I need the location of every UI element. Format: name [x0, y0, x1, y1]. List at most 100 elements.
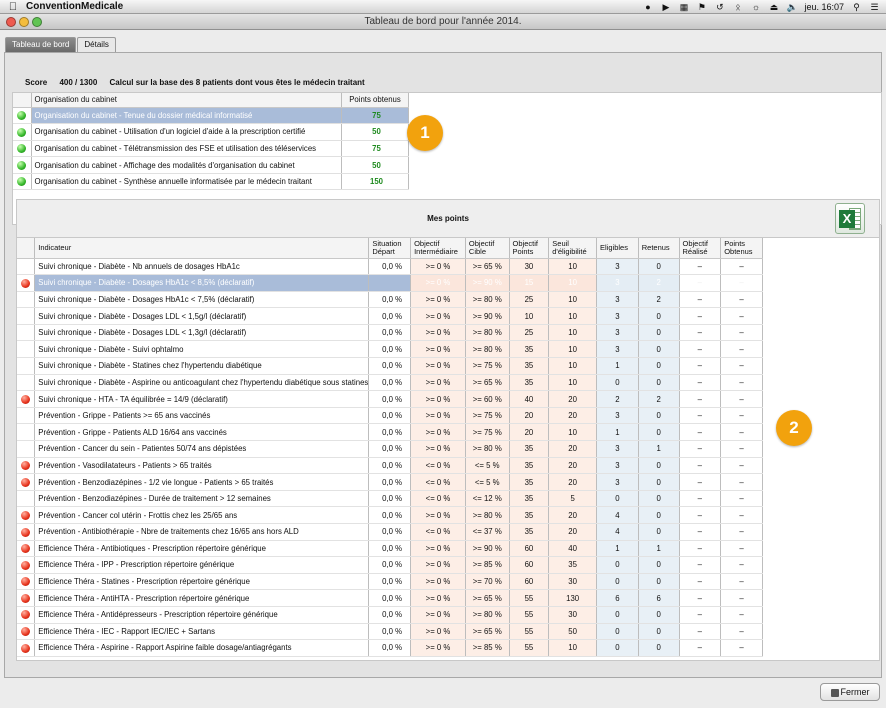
excel-icon[interactable]: X — [835, 203, 865, 234]
table-row[interactable]: Suivi chronique - Diabète - Dosages HbA1… — [17, 274, 763, 292]
table-row[interactable]: Efficience Théra - Aspirine - Rapport As… — [17, 639, 763, 657]
table-row[interactable]: Prévention - Antibiothérapie - Nbre de t… — [17, 523, 763, 541]
eligibles-cell: 6 — [596, 589, 639, 607]
bluetooth-icon[interactable]: ᛟ — [732, 2, 743, 12]
notification-list-icon[interactable]: ☰ — [869, 2, 880, 12]
obj-cible-cell: >= 80 % — [465, 440, 510, 458]
table-row[interactable]: Suivi chronique - Diabète - Suivi ophtal… — [17, 340, 763, 359]
points-cell: 50 — [341, 123, 409, 141]
table-row[interactable]: Suivi chronique - Diabète - Nb annuels d… — [17, 258, 763, 276]
table-row[interactable]: Efficience Théra - IEC - Rapport IEC/IEC… — [17, 623, 763, 641]
table-row[interactable]: Suivi chronique - HTA - TA équilibrée = … — [17, 390, 763, 408]
status-cell — [13, 140, 32, 158]
obj-points-cell: 35 — [509, 374, 550, 392]
table-row[interactable]: Efficience Théra - IPP - Prescription ré… — [17, 556, 763, 574]
eligibles-cell: 3 — [596, 340, 639, 359]
obj-inter-cell: >= 0 % — [410, 556, 466, 574]
obj-points-cell: 60 — [509, 573, 550, 591]
table-row[interactable]: Suivi chronique - Diabète - Dosages LDL … — [17, 324, 763, 342]
table-row[interactable]: Efficience Théra - Statines - Prescripti… — [17, 573, 763, 591]
situation-cell: 0,0 % — [368, 523, 412, 541]
table-row[interactable]: Organisation du cabinet - Télétransmissi… — [13, 140, 409, 158]
table-header-row: Indicateur Situation Départ Objectif Inter… — [17, 238, 763, 259]
table-row[interactable]: Prévention - Grippe - Patients >= 65 ans… — [17, 407, 763, 425]
status-column-header[interactable] — [13, 93, 32, 108]
obj-points-cell: 40 — [509, 390, 550, 408]
play-icon[interactable]: ▶ — [660, 2, 671, 12]
table-row[interactable]: Organisation du cabinet - Utilisation d'… — [13, 123, 409, 141]
wifi-icon[interactable]: ☼ — [750, 2, 761, 12]
obj-points-column-header[interactable]: Objectif Points — [509, 238, 550, 259]
table-row[interactable]: Prévention - Vasodilatateurs - Patients … — [17, 457, 763, 475]
grid-icon[interactable]: ▦ — [678, 2, 689, 12]
mes-points-table: Indicateur Situation Départ Objectif Inter… — [17, 238, 763, 657]
fermer-button[interactable]: Fermer — [820, 683, 880, 701]
zoom-window-icon[interactable] — [32, 17, 42, 27]
obj-inter-column-header[interactable]: Objectif Intermédiaire — [410, 238, 466, 259]
seuil-cell: 130 — [548, 589, 598, 607]
table-row[interactable]: Suivi chronique - Diabète - Aspirine ou … — [17, 374, 763, 392]
eject-icon[interactable]: ⏏ — [768, 2, 779, 12]
table-row[interactable]: Organisation du cabinet - Synthèse annue… — [13, 173, 409, 191]
obj-cible-cell: <= 5 % — [465, 473, 510, 491]
table-row[interactable]: Suivi chronique - Diabète - Statines che… — [17, 357, 763, 375]
situation-cell: 0,0 % — [368, 623, 412, 641]
retenus-column-header[interactable]: Retenus — [638, 238, 680, 259]
eligibles-column-header[interactable]: Eligibles — [596, 238, 639, 259]
table-row[interactable]: Efficience Théra - Antidépresseurs - Pre… — [17, 606, 763, 624]
close-window-icon[interactable] — [6, 17, 16, 27]
table-row[interactable]: Prévention - Cancer du sein - Patientes … — [17, 440, 763, 458]
table-row[interactable]: Organisation du cabinet - Affichage des … — [13, 156, 409, 174]
time-machine-icon[interactable]: ↺ — [714, 2, 725, 12]
table-row[interactable]: Efficience Théra - Antibiotiques - Presc… — [17, 540, 763, 558]
obj-cible-cell: >= 65 % — [465, 258, 510, 276]
flag-icon[interactable]: ⚑ — [696, 2, 707, 12]
minimize-window-icon[interactable] — [19, 17, 29, 27]
callout-badge-1: 1 — [407, 115, 443, 151]
status-cell — [17, 540, 36, 558]
retenus-cell: 0 — [638, 340, 680, 359]
obj-cible-cell: >= 80 % — [465, 291, 510, 309]
volume-icon[interactable]: 🔈 — [786, 2, 797, 12]
status-cell — [17, 390, 36, 408]
table-row[interactable]: Suivi chronique - Diabète - Dosages HbA1… — [17, 291, 763, 309]
status-column-header[interactable] — [17, 238, 36, 259]
clock[interactable]: jeu. 16:07 — [804, 2, 844, 12]
obj-realise-cell: – — [679, 291, 722, 309]
indicator-column-header[interactable]: Organisation du cabinet — [31, 93, 342, 108]
obj-inter-cell: >= 0 % — [410, 540, 466, 558]
eligibles-cell: 0 — [596, 606, 639, 624]
table-row[interactable]: Prévention - Cancer col utérin - Frottis… — [17, 506, 763, 524]
table-row[interactable]: Prévention - Grippe - Patients ALD 16/64… — [17, 423, 763, 442]
obj-points-cell: 10 — [509, 307, 550, 325]
points-column-header[interactable]: Points obtenus — [341, 93, 409, 108]
points-obtenus-column-header[interactable]: Points Obtenus — [720, 238, 763, 259]
tab-details[interactable]: Détails — [77, 37, 116, 52]
obj-points-cell: 35 — [509, 440, 550, 458]
retenus-cell: 0 — [638, 523, 680, 541]
situation-cell: 0,0 % — [368, 639, 412, 657]
obj-cible-column-header[interactable]: Objectif Cible — [465, 238, 510, 259]
table-row[interactable]: Prévention - Benzodiazépines - 1/2 vie l… — [17, 473, 763, 491]
obj-realise-cell: – — [679, 324, 722, 342]
obj-realise-column-header[interactable]: Objectif Réalisé — [679, 238, 722, 259]
retenus-cell: 1 — [638, 540, 680, 558]
indicator-column-header[interactable]: Indicateur — [34, 238, 370, 259]
table-row[interactable]: Efficience Théra - AntiHTA - Prescriptio… — [17, 589, 763, 607]
situation-cell: 0,0 % — [368, 490, 412, 508]
tab-tableau-de-bord[interactable]: Tableau de bord — [5, 37, 77, 52]
obj-points-cell: 55 — [509, 623, 550, 641]
spotlight-icon[interactable]: ⚲ — [851, 2, 862, 12]
app-menu-name[interactable]: ConventionMedicale — [26, 1, 123, 12]
table-row[interactable]: Organisation du cabinet - Tenue du dossi… — [13, 107, 409, 125]
table-row[interactable]: Suivi chronique - Diabète - Dosages LDL … — [17, 307, 763, 325]
apple-icon[interactable]:  — [0, 1, 26, 13]
points-obtenus-cell: – — [720, 258, 763, 276]
status-red-icon — [21, 560, 31, 570]
seuil-column-header[interactable]: Seuil d'éligibilité — [548, 238, 598, 259]
situation-column-header[interactable]: Situation Départ — [368, 238, 412, 259]
table-row[interactable]: Prévention - Benzodiazépines - Durée de … — [17, 490, 763, 508]
obj-points-cell: 35 — [509, 473, 550, 491]
points-obtenus-cell: – — [720, 556, 763, 574]
status-app-icon[interactable]: ● — [642, 2, 653, 12]
